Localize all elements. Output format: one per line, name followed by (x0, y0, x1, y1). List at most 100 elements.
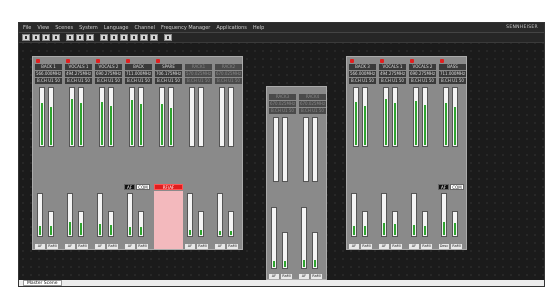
channel-frequency: 711.000MHz (125, 71, 152, 77)
screen-icon[interactable] (120, 34, 128, 41)
menu-applications[interactable]: Applications (216, 25, 247, 31)
af-footer-label[interactable]: AF (125, 244, 135, 249)
paste-icon[interactable] (86, 34, 94, 41)
rami-footer-label[interactable]: RaMi (197, 244, 208, 249)
rf-level-fill (364, 106, 366, 145)
rf-level-meter (108, 87, 114, 147)
channel-frequency: 706.175MHz (155, 71, 182, 77)
channel-frequency: 566.000MHz (349, 71, 376, 77)
menu-system[interactable]: System (79, 25, 98, 31)
audio-meter (217, 193, 223, 237)
channel-name[interactable]: VOCALS 1 (65, 64, 92, 70)
rami-footer-label[interactable]: RaMi (77, 244, 88, 249)
menu-file[interactable]: File (23, 25, 31, 31)
rami-footer-label[interactable]: RaMi (451, 244, 462, 249)
af-level-meter (189, 87, 195, 147)
print-icon[interactable] (52, 34, 60, 41)
rami-footer-label[interactable]: RaMi (361, 244, 372, 249)
rami-footer-label[interactable]: RaMi (311, 274, 322, 279)
menu-help[interactable]: Help (253, 25, 264, 31)
help-icon[interactable] (164, 34, 172, 41)
battery-meter-fill (314, 260, 316, 267)
new-icon[interactable] (22, 34, 30, 41)
rami-footer-label[interactable]: RaMi (391, 244, 402, 249)
channel-frequency: 570.025MHz (185, 71, 212, 77)
af-level-meter (413, 87, 419, 147)
com-chip[interactable]: COM (136, 184, 150, 190)
open-icon[interactable] (32, 34, 40, 41)
channel-name[interactable]: VOCALS 1 (379, 64, 406, 70)
channel-bank-info: B.CH U1 50 (65, 78, 92, 84)
rf-af-alert-chip[interactable]: RF/AF (154, 184, 183, 190)
audio-meter-fill (303, 259, 305, 267)
audio-meter-fill (413, 224, 415, 235)
af-footer-label[interactable]: AF (269, 274, 279, 279)
channel-name[interactable]: RACK2 (215, 64, 242, 70)
rami-footer-label[interactable]: RaMi (421, 244, 432, 249)
af-footer-label[interactable]: AF (409, 244, 419, 249)
copy-icon[interactable] (76, 34, 84, 41)
status-bar: Master Scene (19, 280, 544, 286)
channel-name[interactable]: VOCALS 2 (95, 64, 122, 70)
rf-level-meter (168, 87, 174, 147)
screen-icon[interactable] (100, 34, 108, 41)
screen-icon[interactable] (110, 34, 118, 41)
channel-name[interactable]: RACK3 (269, 94, 296, 100)
audio-meter-fill (39, 225, 41, 235)
alarm-indicator (440, 59, 444, 63)
channel-bank-info: B.CH U1 50 (409, 78, 436, 84)
battery-meter-fill (50, 226, 52, 235)
save-icon[interactable] (42, 34, 50, 41)
rami-footer-label[interactable]: RaMi (227, 244, 238, 249)
menu-scenes[interactable]: Scenes (55, 25, 73, 31)
af-footer-label[interactable]: Desc (439, 244, 449, 249)
audio-meter (187, 193, 193, 237)
af-footer-label[interactable]: AF (299, 274, 309, 279)
com-chip[interactable]: COM (450, 184, 464, 190)
rf-level-meter (78, 87, 84, 147)
list-icon[interactable] (150, 34, 158, 41)
af-footer-label[interactable]: AF (349, 244, 359, 249)
channel-frequency: 711.000MHz (439, 71, 466, 77)
rami-footer-label[interactable]: RaMi (47, 244, 58, 249)
audio-meter (67, 193, 73, 237)
channel-name[interactable]: RACK4 (299, 94, 326, 100)
battery-meter (198, 210, 204, 237)
af-footer-label[interactable]: AF (35, 244, 45, 249)
rf-level-meter (138, 87, 144, 147)
audio-meter-fill (443, 222, 445, 235)
channel-frequency: 494.275MHz (379, 71, 406, 77)
channel-name[interactable]: BACK (125, 64, 152, 70)
channel-name[interactable]: SPARE (155, 64, 182, 70)
menu-bar: File View Scenes System Language Channel… (19, 23, 544, 33)
menu-view[interactable]: View (37, 25, 49, 31)
channel-name[interactable]: BASS (439, 64, 466, 70)
channel-name[interactable]: VOCALS 2 (409, 64, 436, 70)
af-footer-label[interactable]: AF (215, 244, 225, 249)
af-chip[interactable]: AF (124, 184, 135, 190)
battery-meter-fill (364, 226, 366, 235)
battery-meter-fill (140, 227, 142, 235)
audio-meter-fill (353, 225, 355, 235)
user-icon[interactable] (130, 34, 138, 41)
af-chip[interactable]: AF (438, 184, 449, 190)
rf-level-fill (50, 107, 52, 145)
battery-meter (282, 231, 288, 269)
master-scene-tab[interactable]: Master Scene (23, 280, 62, 286)
monitor-icon[interactable] (140, 34, 148, 41)
af-footer-label[interactable]: AF (65, 244, 75, 249)
channel-name[interactable]: BACK 1 (35, 64, 62, 70)
rami-footer-label[interactable]: RaMi (137, 244, 148, 249)
rami-footer-label[interactable]: RaMi (281, 274, 292, 279)
alarm-indicator (350, 59, 354, 63)
cut-icon[interactable] (66, 34, 74, 41)
channel-name[interactable]: BACK 3 (349, 64, 376, 70)
af-footer-label[interactable]: AF (185, 244, 195, 249)
af-footer-label[interactable]: AF (379, 244, 389, 249)
menu-frequency-manager[interactable]: Frequency Manager (161, 25, 210, 31)
channel-name[interactable]: RACK1 (185, 64, 212, 70)
menu-channel[interactable]: Channel (134, 25, 155, 31)
af-footer-label[interactable]: AF (95, 244, 105, 249)
rami-footer-label[interactable]: RaMi (107, 244, 118, 249)
menu-language[interactable]: Language (104, 25, 129, 31)
